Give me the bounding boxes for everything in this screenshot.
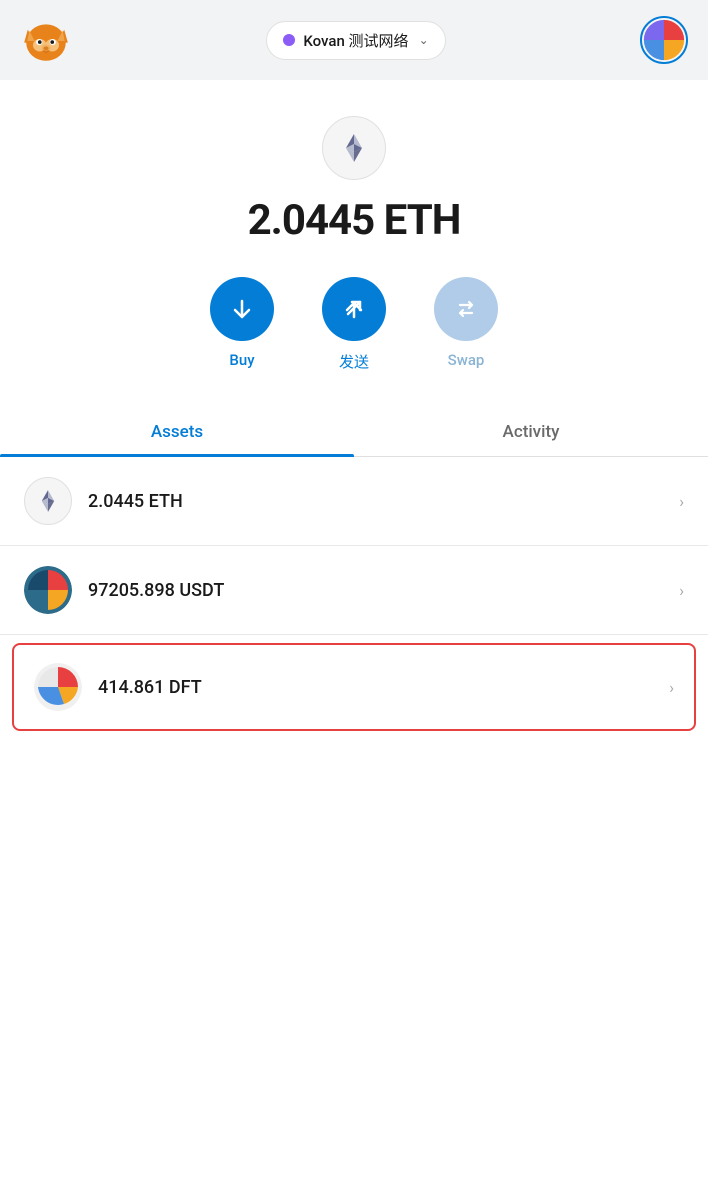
swap-button-wrapper[interactable]: Swap bbox=[434, 277, 498, 372]
action-buttons: Buy 发送 bbox=[0, 277, 708, 408]
buy-button[interactable] bbox=[210, 277, 274, 341]
chevron-down-icon: ⌄ bbox=[419, 33, 429, 47]
network-name: Kovan 测试网络 bbox=[303, 30, 408, 51]
dft-asset-info: 414.861 DFT bbox=[98, 677, 669, 698]
metamask-logo[interactable] bbox=[20, 14, 72, 66]
usdt-amount: 97205.898 USDT bbox=[88, 580, 224, 601]
avatar[interactable] bbox=[640, 16, 688, 64]
tabs: Assets Activity bbox=[0, 408, 708, 457]
send-button-wrapper[interactable]: 发送 bbox=[322, 277, 386, 372]
network-dot bbox=[283, 34, 295, 46]
header: Kovan 测试网络 ⌄ bbox=[0, 0, 708, 80]
network-selector[interactable]: Kovan 测试网络 ⌄ bbox=[266, 21, 445, 60]
balance-amount: 2.0445 ETH bbox=[248, 196, 461, 245]
balance-section: 2.0445 ETH bbox=[0, 196, 708, 277]
swap-label: Swap bbox=[448, 351, 485, 369]
send-button[interactable] bbox=[322, 277, 386, 341]
dft-amount: 414.861 DFT bbox=[98, 677, 202, 698]
asset-item-dft[interactable]: 414.861 DFT › bbox=[12, 643, 696, 731]
tab-assets[interactable]: Assets bbox=[0, 408, 354, 456]
eth-asset-icon bbox=[24, 477, 72, 525]
asset-list: 2.0445 ETH › 97205.898 USDT › bbox=[0, 457, 708, 731]
eth-icon-wrapper bbox=[0, 80, 708, 196]
send-label: 发送 bbox=[339, 351, 369, 372]
main-content: 2.0445 ETH Buy 发送 bbox=[0, 80, 708, 1192]
dft-asset-icon bbox=[34, 663, 82, 711]
buy-button-wrapper[interactable]: Buy bbox=[210, 277, 274, 372]
eth-amount: 2.0445 ETH bbox=[88, 491, 183, 512]
buy-label: Buy bbox=[229, 351, 254, 369]
asset-item-usdt[interactable]: 97205.898 USDT › bbox=[0, 546, 708, 635]
eth-asset-info: 2.0445 ETH bbox=[88, 491, 679, 512]
asset-item-eth[interactable]: 2.0445 ETH › bbox=[0, 457, 708, 546]
eth-chevron-icon: › bbox=[679, 492, 684, 511]
dft-chevron-icon: › bbox=[669, 678, 674, 697]
tab-activity[interactable]: Activity bbox=[354, 408, 708, 456]
eth-icon bbox=[322, 116, 386, 180]
usdt-asset-info: 97205.898 USDT bbox=[88, 580, 679, 601]
usdt-asset-icon bbox=[24, 566, 72, 614]
usdt-chevron-icon: › bbox=[679, 581, 684, 600]
swap-button[interactable] bbox=[434, 277, 498, 341]
